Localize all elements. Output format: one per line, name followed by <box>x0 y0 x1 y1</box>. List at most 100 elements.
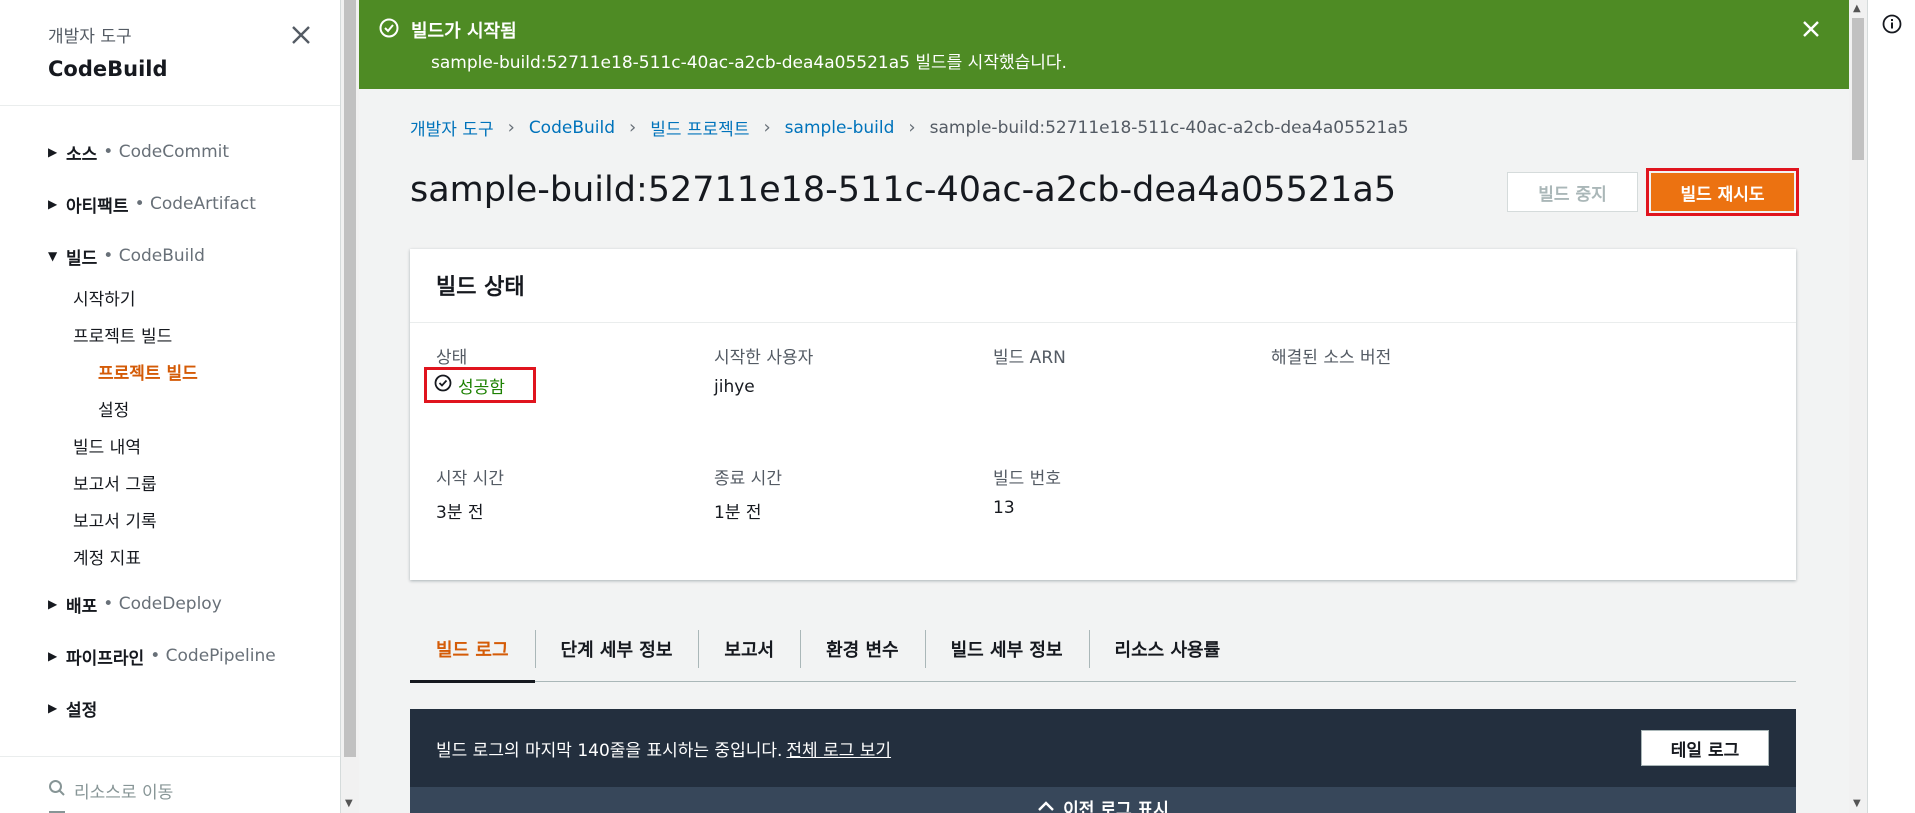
page-title: sample-build:52711e18-511c-40ac-a2cb-dea… <box>410 170 1397 210</box>
show-previous-logs-button[interactable]: 이전 로그 표시 <box>410 787 1796 813</box>
start-time-label: 시작 시간 <box>436 469 504 489</box>
flash-success: 빌드가 시작됨 sample-build:52711e18-511c-40ac-… <box>359 0 1849 89</box>
sidebar-item-project-builds-sub[interactable]: 프로젝트 빌드 <box>0 356 340 393</box>
search-icon <box>48 779 74 802</box>
status-field: 상태 <box>436 343 467 368</box>
tab-phase-details[interactable]: 단계 세부 정보 <box>534 616 699 682</box>
sidebar-section-pipeline[interactable]: ▶ 파이프라인 • CodePipeline <box>0 630 340 682</box>
scrollbar-thumb[interactable] <box>344 0 356 757</box>
main-scrollbar[interactable]: ▲ ▼ <box>1849 0 1867 813</box>
sidebar-nav: ▶ 소스 • CodeCommit ▶ 아티팩트 • CodeArtifact … <box>0 106 340 734</box>
flash-title-row: 빌드가 시작됨 <box>379 17 1849 43</box>
close-icon[interactable] <box>288 22 314 48</box>
caret-right-icon: ▶ <box>48 145 58 159</box>
info-icon[interactable] <box>1882 14 1902 38</box>
close-icon[interactable] <box>1801 19 1821 43</box>
sidebar-section-source[interactable]: ▶ 소스 • CodeCommit <box>0 126 340 178</box>
sidebar-item-project-builds[interactable]: 프로젝트 빌드 <box>0 319 340 356</box>
view-full-log-link[interactable]: 전체 로그 보기 <box>786 736 891 761</box>
build-status-panel: 빌드 상태 상태 성공함 시작한 사용자 jihye 빌드 ARN 해결된 소스… <box>410 249 1796 580</box>
chevron-right-icon: › <box>763 117 771 138</box>
end-time-label: 종료 시간 <box>714 469 782 489</box>
status-label: 상태 <box>436 348 468 368</box>
tail-log-button[interactable]: 테일 로그 <box>1641 730 1769 766</box>
feedback-link[interactable]: 의견 <box>48 805 340 813</box>
breadcrumb: 개발자 도구 › CodeBuild › 빌드 프로젝트 › sample-bu… <box>410 115 1409 140</box>
end-time-field: 종료 시간 1분 전 <box>714 464 782 523</box>
tab-environment-variables[interactable]: 환경 변수 <box>800 616 925 682</box>
sidebar-item-settings-sub[interactable]: 설정 <box>0 393 340 430</box>
start-time-field: 시작 시간 3분 전 <box>436 464 504 523</box>
section-label: 아티팩트 <box>66 196 129 217</box>
chevron-up-icon <box>1037 797 1063 813</box>
sidebar-title[interactable]: CodeBuild <box>48 57 340 81</box>
sidebar-item-build-history[interactable]: 빌드 내역 <box>0 430 340 467</box>
breadcrumb-build-projects[interactable]: 빌드 프로젝트 <box>650 115 749 140</box>
retry-build-highlight: 빌드 재시도 <box>1646 168 1799 216</box>
scroll-up-icon[interactable]: ▲ <box>1853 3 1861 14</box>
status-badge: 성공함 <box>424 367 536 403</box>
stop-build-button[interactable]: 빌드 중지 <box>1507 172 1638 212</box>
success-icon <box>434 374 458 397</box>
sidebar-footer: 리소스로 이동 의견 <box>0 757 340 813</box>
log-info-text: 빌드 로그의 마지막 140줄을 표시하는 중입니다. <box>436 740 783 761</box>
section-service: • CodeArtifact <box>134 194 256 214</box>
goto-resource-link[interactable]: 리소스로 이동 <box>48 775 340 805</box>
section-service: • CodePipeline <box>150 646 276 666</box>
panel-heading: 빌드 상태 <box>410 249 1796 323</box>
chevron-right-icon: › <box>908 117 916 138</box>
feedback-icon <box>48 809 74 813</box>
section-label: 빌드 <box>66 248 98 269</box>
build-arn-field: 빌드 ARN <box>993 343 1066 377</box>
section-label: 설정 <box>66 700 98 721</box>
sidebar-item-account-metrics[interactable]: 계정 지표 <box>0 541 340 578</box>
show-previous-logs-label: 이전 로그 표시 <box>1063 799 1169 813</box>
sidebar-section-build[interactable]: ▼ 빌드 • CodeBuild <box>0 230 340 282</box>
status-value: 성공함 <box>458 377 505 398</box>
breadcrumb-project[interactable]: sample-build <box>785 118 895 138</box>
breadcrumb-developer-tools[interactable]: 개발자 도구 <box>410 115 494 140</box>
retry-build-button[interactable]: 빌드 재시도 <box>1651 173 1794 211</box>
sidebar-section-settings[interactable]: ▶ 설정 <box>0 682 340 734</box>
sidebar-item-report-history[interactable]: 보고서 기록 <box>0 504 340 541</box>
section-service: • CodeDeploy <box>103 594 222 614</box>
section-label: 파이프라인 <box>66 648 145 669</box>
flash-title: 빌드가 시작됨 <box>411 21 517 42</box>
goto-resource-label: 리소스로 이동 <box>74 782 174 803</box>
section-label: 소스 <box>66 144 98 165</box>
flash-message: sample-build:52711e18-511c-40ac-a2cb-dea… <box>431 53 1067 73</box>
started-by-value: jihye <box>714 377 755 397</box>
sidebar: 개발자 도구 CodeBuild ▶ 소스 • CodeCommit ▶ 아티팩… <box>0 0 341 813</box>
feedback-label: 의견 <box>74 808 105 813</box>
scroll-down-icon[interactable]: ▼ <box>345 798 353 809</box>
sidebar-header: 개발자 도구 CodeBuild <box>0 0 340 106</box>
tab-build-logs[interactable]: 빌드 로그 <box>410 616 535 683</box>
sidebar-scrollbar[interactable]: ▼ <box>341 0 359 813</box>
scrollbar-thumb[interactable] <box>1852 18 1864 160</box>
source-version-field: 해결된 소스 버전 <box>1271 343 1391 377</box>
end-time-value: 1분 전 <box>714 503 762 523</box>
tab-reports[interactable]: 보고서 <box>698 616 800 682</box>
caret-down-icon: ▼ <box>48 249 58 263</box>
breadcrumb-current: sample-build:52711e18-511c-40ac-a2cb-dea… <box>929 117 1409 138</box>
main-content: 빌드가 시작됨 sample-build:52711e18-511c-40ac-… <box>359 0 1849 813</box>
sidebar-section-artifacts[interactable]: ▶ 아티팩트 • CodeArtifact <box>0 178 340 230</box>
caret-right-icon: ▶ <box>48 649 58 663</box>
tab-resource-utilization[interactable]: 리소스 사용률 <box>1088 616 1247 682</box>
log-header: 빌드 로그의 마지막 140줄을 표시하는 중입니다. 전체 로그 보기 테일 … <box>410 709 1796 787</box>
build-number-field: 빌드 번호 13 <box>993 464 1061 518</box>
sidebar-section-deploy[interactable]: ▶ 배포 • CodeDeploy <box>0 578 340 630</box>
sidebar-item-getting-started[interactable]: 시작하기 <box>0 282 340 319</box>
source-version-label: 해결된 소스 버전 <box>1271 348 1392 368</box>
breadcrumb-codebuild[interactable]: CodeBuild <box>529 118 615 138</box>
sidebar-item-report-groups[interactable]: 보고서 그룹 <box>0 467 340 504</box>
build-number-value: 13 <box>993 498 1015 518</box>
caret-right-icon: ▶ <box>48 197 58 211</box>
tab-build-details[interactable]: 빌드 세부 정보 <box>924 616 1089 682</box>
check-circle-icon <box>379 18 411 43</box>
section-service: • CodeBuild <box>103 246 205 266</box>
scroll-down-icon[interactable]: ▼ <box>1853 798 1861 809</box>
tab-bar: 빌드 로그 단계 세부 정보 보고서 환경 변수 빌드 세부 정보 리소스 사용… <box>410 616 1796 683</box>
build-number-label: 빌드 번호 <box>993 469 1061 489</box>
chevron-right-icon: › <box>629 117 637 138</box>
